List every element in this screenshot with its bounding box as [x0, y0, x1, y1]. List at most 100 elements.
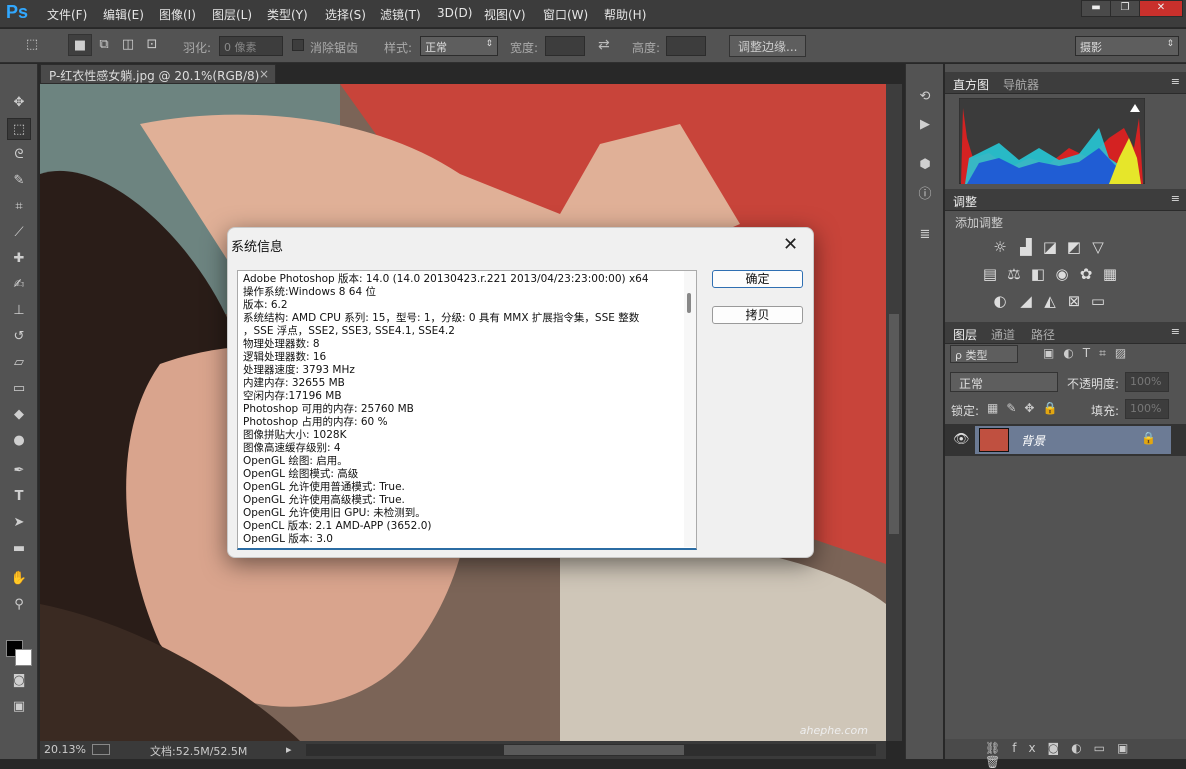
color-lookup-icon[interactable]: ▦: [1101, 265, 1119, 283]
scrollbar-thumb[interactable]: [687, 293, 691, 313]
system-info-textarea[interactable]: Adobe Photoshop 版本: 14.0 (14.0 20130423.…: [237, 270, 697, 550]
eyedropper-tool-icon[interactable]: ⟋: [7, 222, 31, 244]
vibrance-icon[interactable]: ▽: [1089, 238, 1107, 256]
refine-edge-button[interactable]: 调整边缘...: [729, 35, 807, 57]
invert-icon[interactable]: ◐: [991, 292, 1009, 310]
3d-icon[interactable]: ⬢: [913, 154, 937, 176]
lock-icons[interactable]: ▦✎✥🔒: [987, 401, 1065, 415]
menu-type[interactable]: 类型(Y): [267, 6, 308, 23]
tab-navigator[interactable]: 导航器: [1003, 76, 1039, 93]
tab-close-icon[interactable]: ×: [259, 67, 269, 81]
menu-layer[interactable]: 图层(L): [212, 6, 252, 23]
zoom-tool-icon[interactable]: ⚲: [7, 594, 31, 616]
clone-source-icon[interactable]: ≣: [913, 224, 937, 246]
posterize-icon[interactable]: ◢: [1017, 292, 1035, 310]
channel-mixer-icon[interactable]: ✿: [1077, 265, 1095, 283]
panel-menu-icon[interactable]: ≡: [1171, 75, 1180, 88]
panel-menu-icon[interactable]: ≡: [1171, 192, 1180, 205]
document-tab[interactable]: P-红衣性感女躺.jpg @ 20.1%(RGB/8) ×: [40, 64, 276, 84]
antialias-checkbox[interactable]: [292, 39, 304, 51]
feather-input[interactable]: 0 像素: [219, 36, 283, 56]
status-menu-icon[interactable]: ▸: [286, 743, 292, 756]
healing-brush-icon[interactable]: ✚: [7, 248, 31, 270]
shape-tool-icon[interactable]: ▬: [7, 538, 31, 560]
menu-file[interactable]: 文件(F): [47, 6, 87, 23]
pen-tool-icon[interactable]: ✒: [7, 460, 31, 482]
black-white-icon[interactable]: ◧: [1029, 265, 1047, 283]
hand-tool-icon[interactable]: ✋: [7, 568, 31, 590]
subtract-selection-icon[interactable]: ◫: [116, 34, 140, 56]
export-icon[interactable]: [92, 744, 110, 755]
style-select[interactable]: 正常 ⇕: [420, 36, 498, 56]
gradient-tool-icon[interactable]: ▭: [7, 378, 31, 400]
layer-name[interactable]: 背景: [1021, 432, 1045, 449]
dodge-tool-icon[interactable]: ●: [7, 430, 31, 452]
tab-histogram[interactable]: 直方图: [953, 76, 989, 93]
marquee-tool-icon[interactable]: ⬚: [7, 118, 31, 140]
tab-paths[interactable]: 路径: [1031, 326, 1055, 343]
menu-select[interactable]: 选择(S): [325, 6, 366, 23]
history-icon[interactable]: ⟲: [913, 86, 937, 108]
levels-icon[interactable]: ▟: [1017, 238, 1035, 256]
curves-icon[interactable]: ◪: [1041, 238, 1059, 256]
stamp-tool-icon[interactable]: ⊥: [7, 300, 31, 322]
crop-tool-icon[interactable]: ⌗: [7, 196, 31, 218]
scrollbar-thumb[interactable]: [889, 314, 899, 534]
quick-select-tool-icon[interactable]: ✎: [7, 170, 31, 192]
tab-layers[interactable]: 图层: [953, 326, 977, 343]
width-input[interactable]: [545, 36, 585, 56]
menu-window[interactable]: 窗口(W): [543, 6, 588, 23]
intersect-selection-icon[interactable]: ⊡: [140, 34, 164, 56]
layer-kind-filter[interactable]: ρ 类型: [950, 345, 1018, 363]
tab-adjustments[interactable]: 调整: [953, 193, 977, 210]
zoom-level[interactable]: 20.13%: [44, 743, 86, 756]
scrollbar-thumb[interactable]: [504, 745, 684, 755]
hue-saturation-icon[interactable]: ▤: [981, 265, 999, 283]
layer-row-background[interactable]: 👁 背景 🔒: [945, 424, 1186, 456]
layers-footer-icons[interactable]: ⛓fx◙◐▭▣🗑: [945, 739, 1186, 769]
brush-tool-icon[interactable]: ✍: [7, 274, 31, 296]
panel-menu-icon[interactable]: ≡: [1171, 325, 1180, 338]
background-color-icon[interactable]: [15, 649, 32, 666]
info-scrollbar[interactable]: [684, 271, 696, 547]
opacity-input[interactable]: 100%: [1125, 372, 1169, 392]
menu-image[interactable]: 图像(I): [159, 6, 196, 23]
new-selection-icon[interactable]: ■: [68, 34, 92, 56]
info-icon[interactable]: ⓘ: [913, 184, 937, 206]
quick-mask-icon[interactable]: ◙: [7, 670, 31, 692]
type-tool-icon[interactable]: T: [7, 486, 31, 508]
brightness-icon[interactable]: ☼: [991, 238, 1009, 256]
menu-view[interactable]: 视图(V): [484, 6, 526, 23]
dialog-close-icon[interactable]: ✕: [783, 234, 798, 255]
photo-filter-icon[interactable]: ◉: [1053, 265, 1071, 283]
blend-mode-select[interactable]: 正常: [950, 372, 1058, 392]
close-button[interactable]: ✕: [1139, 0, 1183, 17]
color-balance-icon[interactable]: ⚖: [1005, 265, 1023, 283]
menu-3d[interactable]: 3D(D): [437, 6, 472, 20]
ok-button[interactable]: 确定: [712, 270, 803, 288]
vertical-scrollbar[interactable]: [886, 84, 902, 741]
height-input[interactable]: [666, 36, 706, 56]
menu-filter[interactable]: 滤镜(T): [380, 6, 421, 23]
layer-filter-icons[interactable]: ▣◐T⌗▨: [1043, 346, 1135, 361]
menu-help[interactable]: 帮助(H): [604, 6, 646, 23]
workspace-select[interactable]: 摄影 ⇕: [1075, 36, 1179, 56]
restore-button[interactable]: ❐: [1110, 0, 1140, 17]
gradient-map-icon[interactable]: ▭: [1089, 292, 1107, 310]
selective-color-icon[interactable]: ⊠: [1065, 292, 1083, 310]
eraser-tool-icon[interactable]: ▱: [7, 352, 31, 374]
copy-button[interactable]: 拷贝: [712, 306, 803, 324]
menu-edit[interactable]: 编辑(E): [103, 6, 144, 23]
path-select-icon[interactable]: ➤: [7, 512, 31, 534]
horizontal-scrollbar[interactable]: [306, 744, 876, 756]
lasso-tool-icon[interactable]: ᘓ: [7, 144, 31, 166]
actions-play-icon[interactable]: ▶: [913, 114, 937, 136]
threshold-icon[interactable]: ◭: [1041, 292, 1059, 310]
swap-icon[interactable]: ⇄: [598, 37, 610, 53]
history-brush-icon[interactable]: ↺: [7, 326, 31, 348]
marquee-preset-icon[interactable]: ⬚: [20, 34, 44, 56]
screen-mode-icon[interactable]: ▣: [7, 696, 31, 718]
fill-input[interactable]: 100%: [1125, 399, 1169, 419]
exposure-icon[interactable]: ◩: [1065, 238, 1083, 256]
minimize-button[interactable]: ▬: [1081, 0, 1111, 17]
